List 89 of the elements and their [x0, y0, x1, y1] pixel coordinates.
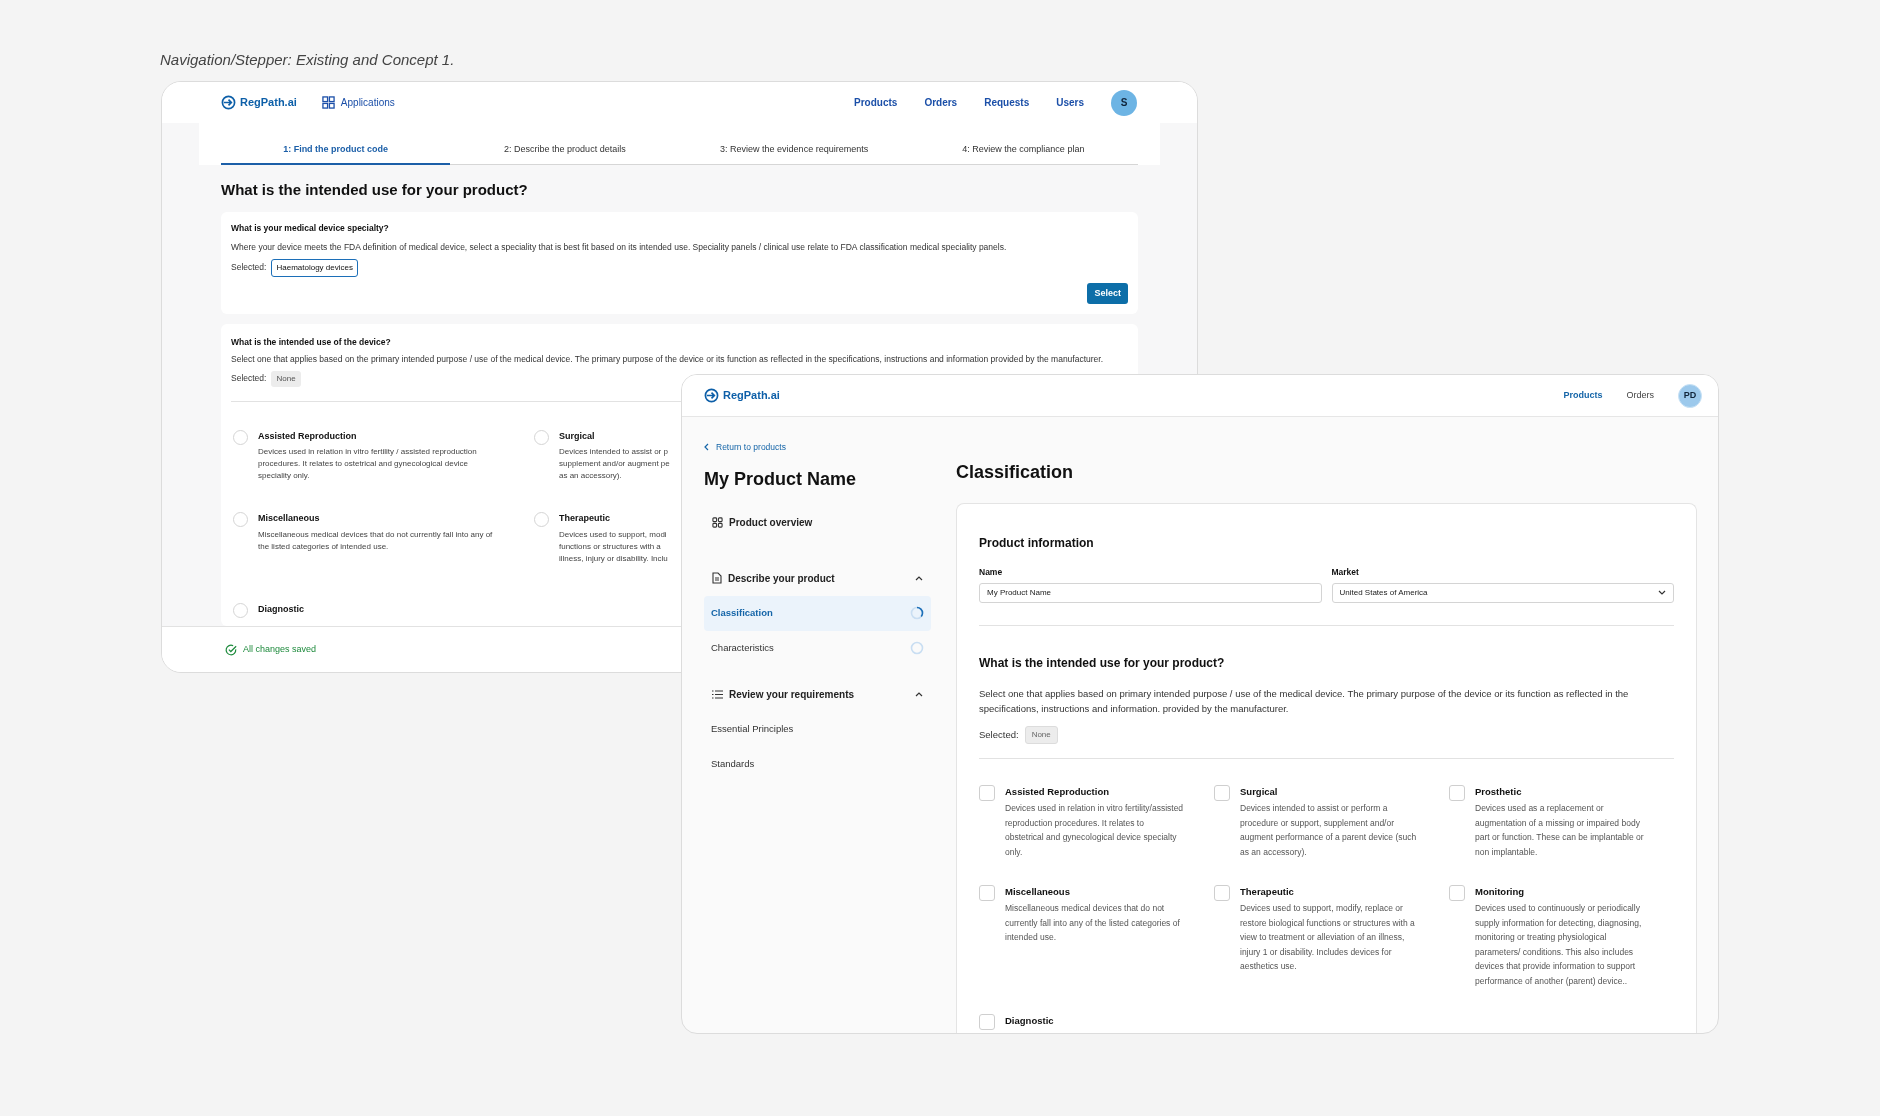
- option-title: Diagnostic: [1005, 1014, 1054, 1029]
- option-description: Devices used as a replacement or augmentation of a missing or impaired body part or function. These can be implantable or non implantable.: [1475, 802, 1645, 859]
- field-label: Name: [979, 566, 1004, 579]
- option-title: Miscellaneous: [258, 512, 321, 525]
- option-title: Diagnostic: [258, 602, 304, 616]
- option-title: Miscellaneous: [1005, 885, 1071, 899]
- option-description: Miscellaneous medical devices that do not currently fall into any of the listed categories of intended use.: [1005, 902, 1181, 945]
- product-name: My Product Name: [704, 467, 858, 491]
- option-title: Prosthetic: [1475, 784, 1523, 799]
- name-field[interactable]: My Product Name: [979, 582, 1322, 603]
- card-title: What is the intended use of the device?: [231, 336, 392, 349]
- checkbox[interactable]: [979, 885, 995, 901]
- section-title: Product information: [979, 535, 1095, 552]
- radio-button[interactable]: [233, 602, 248, 618]
- checkbox[interactable]: [1449, 885, 1465, 901]
- option-description: Devices used to continuously or periodically supply information for detecting, diagnosing, monitoring or treating physiological parameters/ conditions. This also includes devices that provide information to support performance of another (parent) device..: [1475, 902, 1643, 988]
- selected-chip: None: [271, 370, 301, 387]
- checkbox[interactable]: [979, 1014, 995, 1031]
- selected-label: Selected:: [231, 372, 267, 385]
- card-description: Where your device meets the FDA definition of medical device, select a speciality that is best fit based on its intended use. Speciality panels / clinical use relate to FDA classification medical speciality panels.: [231, 240, 1008, 254]
- nav-link[interactable]: Orders: [924, 95, 958, 110]
- radio-button[interactable]: [233, 429, 248, 445]
- logo-icon: [221, 95, 236, 110]
- option-title: Assisted Reproduction: [1005, 784, 1110, 799]
- grid-icon: [712, 516, 723, 528]
- logo-text: RegPath.ai: [240, 97, 297, 108]
- logo-text: RegPath.ai: [723, 390, 780, 401]
- selected-label: Selected:: [979, 727, 1019, 742]
- nav-link[interactable]: Products: [1563, 388, 1603, 403]
- stepper-tab[interactable]: 2: Describe the product details: [450, 143, 680, 165]
- stepper-tab[interactable]: 4: Review the compliance plan: [908, 143, 1138, 165]
- question-title: What is the intended use for your product?: [979, 654, 1226, 672]
- select-button[interactable]: Select: [1087, 282, 1128, 304]
- sidebar-item[interactable]: Standards: [704, 746, 931, 782]
- option-description: Devices used to support, modify, replace or restore biological functions or structures with a view to treatment or alleviation of an illness, injury 1 or disability. Includes devices for aesthetics use.: [1240, 902, 1416, 974]
- checkbox[interactable]: [1214, 784, 1230, 801]
- radio-button[interactable]: [233, 512, 248, 527]
- option-title: Therapeutic: [559, 512, 611, 525]
- sidebar-item[interactable]: Product overview: [704, 504, 931, 540]
- option-title: Monitoring: [1475, 885, 1526, 899]
- sidebar-item[interactable]: Essential Principles: [704, 711, 931, 747]
- option-title: Surgical: [559, 429, 596, 443]
- option-description: Devices used to support, modi functions or structures with a illness, injury or disability. Inclu: [559, 528, 668, 565]
- stepper-tab[interactable]: 3: Review the evidence requirements: [679, 143, 909, 165]
- option-description: Devices used in relation in vitro fertility / assisted reproduction procedures. It relates to ostetrical and gynecological device speciality only.: [258, 446, 477, 482]
- chevron-down-icon: [1658, 590, 1666, 596]
- list-icon: [712, 689, 723, 699]
- caption: Navigation/Stepper: Existing and Concept 1.: [160, 51, 455, 68]
- nav-link[interactable]: Users: [1056, 95, 1084, 110]
- radio-button[interactable]: [534, 429, 549, 445]
- option-title: Assisted Reproduction: [258, 429, 358, 443]
- field-label: Market: [1331, 566, 1360, 579]
- check-circle-icon: [225, 643, 237, 656]
- checkbox[interactable]: [979, 784, 995, 801]
- nav-link[interactable]: Products: [854, 95, 898, 110]
- save-status: All changes saved: [243, 642, 317, 656]
- sidebar-section[interactable]: Review your requirements: [704, 676, 931, 712]
- sidebar-item[interactable]: Classification: [704, 595, 931, 631]
- back-link[interactable]: Return to products: [704, 441, 786, 454]
- nav-link[interactable]: Requests: [984, 95, 1030, 110]
- market-select[interactable]: United States of America: [1331, 582, 1674, 603]
- option-description: Miscellaneous medical devices that do not currently fall into any of the listed categories of intended use.: [258, 528, 493, 553]
- checkbox[interactable]: [1449, 784, 1465, 801]
- selected-label: Selected:: [231, 261, 267, 274]
- selected-chip: None: [1024, 725, 1058, 744]
- radio-button[interactable]: [534, 512, 549, 527]
- stepper-tab[interactable]: 1: Find the product code: [221, 143, 451, 165]
- card-title: What is your medical device specialty?: [231, 222, 390, 235]
- selected-chip: Haematology devices: [271, 258, 358, 277]
- nav-link[interactable]: Orders: [1626, 388, 1654, 403]
- avatar[interactable]: S: [1111, 89, 1137, 116]
- option-title: Therapeutic: [1240, 885, 1295, 899]
- document-icon: [712, 572, 722, 585]
- sidebar-item[interactable]: Characteristics: [704, 630, 931, 666]
- avatar[interactable]: PD: [1678, 383, 1702, 408]
- option-description: Devices intended to assist or p supplement and/or augment pe as an accessory).: [559, 446, 670, 482]
- sidebar-section[interactable]: Describe your product: [704, 560, 931, 596]
- option-description: Devices used in relation in vitro fertility/assisted reproduction procedures. It relates to obstetrical and gynecological device specialty only.: [1005, 802, 1185, 859]
- page-heading: What is the intended use for your product?: [221, 179, 529, 200]
- question-description: Select one that applies based on primary intended purpose / use of the medical device. The primary purpose of the device or its function as reflected in the specifications, instructions and information. provided by the manufacturer.: [979, 686, 1630, 716]
- chevron-left-icon: [704, 443, 709, 452]
- logo-icon: [704, 388, 719, 403]
- grid-icon: [321, 96, 335, 109]
- page-title: Classification: [956, 461, 1075, 484]
- option-title: Surgical: [1240, 784, 1279, 799]
- option-description: Devices intended to assist or perform a procedure or support, supplement and/or augment performance of a parent device (such as an accessory).: [1240, 802, 1418, 859]
- card-description: Select one that applies based on the primary intended purpose / use of the medical device. The primary purpose of the device or its function as reflected in the specifications, instructions and information provided by the manufacturer.: [231, 352, 1105, 366]
- applications-link[interactable]: Applications: [321, 95, 395, 110]
- checkbox[interactable]: [1214, 885, 1230, 901]
